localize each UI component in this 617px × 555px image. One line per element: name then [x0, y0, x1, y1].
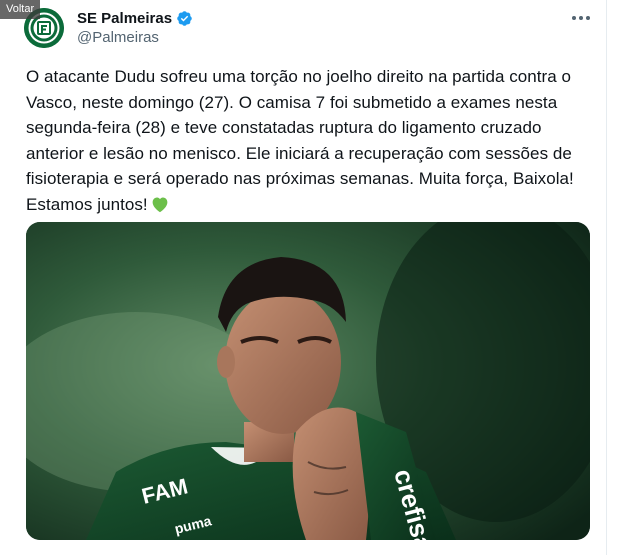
tweet-line: O atacante Dudu sofreu uma torção no joe…: [26, 67, 572, 86]
author-name-row[interactable]: SE Palmeiras: [77, 8, 193, 28]
tweet-text: O atacante Dudu sofreu uma torção no joe…: [26, 64, 596, 220]
tweet-line: Vasco, neste domingo (27). O camisa 7 fo…: [26, 92, 558, 112]
display-name[interactable]: SE Palmeiras: [77, 10, 172, 27]
tweet-line: Estamos juntos!: [26, 194, 148, 214]
green-heart-icon: [150, 195, 170, 221]
verified-badge-icon: [176, 10, 193, 27]
tweet-line: fisioterapia e será operado nas próximas…: [26, 169, 574, 188]
back-button[interactable]: Voltar: [0, 0, 41, 19]
tweet-photo[interactable]: crefisa FAM puma: [26, 222, 590, 540]
tweet-line: segunda-feira (28) e teve constatadas ru…: [26, 118, 542, 137]
more-options-icon[interactable]: [568, 8, 594, 28]
player-photo-illustration: crefisa FAM puma: [26, 222, 590, 540]
tweet-line: anterior e lesão no menisco. Ele iniciar…: [26, 143, 572, 163]
author-handle[interactable]: @Palmeiras: [77, 29, 159, 46]
tweet-card: Voltar SE Palmeiras @Palmeiras O atacant…: [0, 0, 607, 555]
